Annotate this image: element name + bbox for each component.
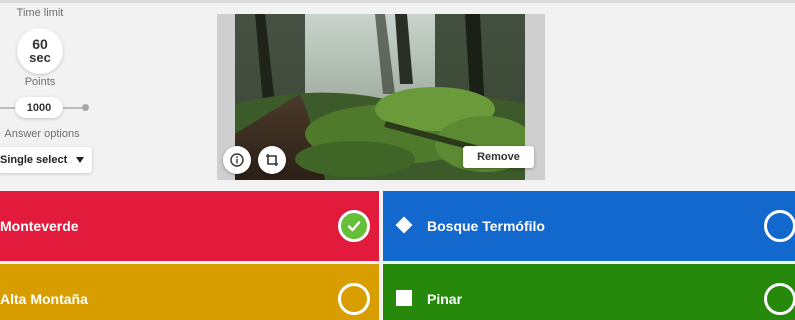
image-info-button[interactable]: [223, 146, 251, 174]
points-value-handle[interactable]: 1000: [15, 97, 63, 118]
answer-text-3[interactable]: Alta Montaña: [0, 291, 88, 307]
answer-tile-4[interactable]: Pinar: [383, 264, 795, 320]
info-icon: [230, 153, 244, 167]
answer-text-4[interactable]: Pinar: [427, 291, 462, 307]
correct-answer-toggle-4[interactable]: [764, 283, 795, 315]
answer-tile-1[interactable]: Monteverde: [0, 191, 379, 261]
remove-image-button[interactable]: Remove: [463, 146, 534, 168]
answer-tile-2[interactable]: Bosque Termófilo: [383, 191, 795, 261]
caret-down-icon: [76, 157, 84, 163]
correct-answer-toggle-1[interactable]: [338, 210, 370, 242]
crop-icon: [266, 154, 278, 166]
answer-text-2[interactable]: Bosque Termófilo: [427, 218, 545, 234]
diamond-icon: [395, 216, 413, 234]
time-limit-label: Time limit: [16, 7, 64, 19]
correct-answer-toggle-2[interactable]: [764, 210, 795, 242]
correct-answer-toggle-3[interactable]: [338, 283, 370, 315]
top-divider: [0, 0, 795, 3]
answer-tile-3[interactable]: Alta Montaña: [0, 264, 379, 320]
question-media: Remove: [217, 14, 545, 180]
answer-options-value: Single select: [0, 154, 68, 166]
answer-options-label: Answer options: [4, 128, 80, 140]
time-limit-button[interactable]: 60 sec: [17, 28, 63, 74]
question-settings: Time limit 60 sec Points 1000 Answer opt…: [0, 0, 100, 185]
time-limit-unit: sec: [29, 50, 51, 65]
answer-options-select[interactable]: Single select: [0, 147, 92, 173]
answer-text-1[interactable]: Monteverde: [0, 218, 79, 234]
points-label: Points: [24, 76, 56, 88]
points-slider-end[interactable]: [82, 104, 89, 111]
image-crop-button[interactable]: [258, 146, 286, 174]
checkmark-icon: [347, 221, 361, 232]
square-icon: [396, 290, 412, 306]
